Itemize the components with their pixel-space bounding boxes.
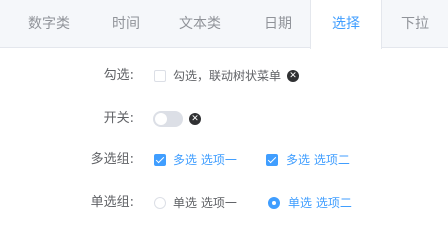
toggle-switch[interactable] bbox=[153, 111, 183, 127]
close-circle-icon[interactable]: ✕ bbox=[189, 113, 201, 125]
switch-row: 开关: ✕ bbox=[0, 107, 448, 131]
checkbox-option-1[interactable] bbox=[154, 154, 166, 166]
checkbox-field-label: 勾选: bbox=[103, 68, 134, 83]
switch-knob bbox=[155, 113, 167, 125]
tab-time[interactable]: 时间 bbox=[98, 0, 154, 48]
checkbox-group-label: 多选组: bbox=[90, 152, 134, 167]
linkage-checkbox[interactable] bbox=[154, 70, 166, 82]
checkbox-option-2[interactable] bbox=[266, 154, 278, 166]
radio-option-1[interactable] bbox=[154, 197, 166, 209]
checkbox-row: 勾选: 勾选，联动树状菜单 ✕ bbox=[0, 64, 448, 88]
tab-date[interactable]: 日期 bbox=[246, 0, 310, 48]
tab-text[interactable]: 文本类 bbox=[154, 0, 246, 48]
checkbox-option-1-label[interactable]: 多选 选项一 bbox=[173, 148, 237, 172]
tab-bar: 数字类 时间 文本类 日期 选择 下拉 bbox=[0, 0, 448, 49]
switch-field-label: 开关: bbox=[103, 111, 134, 126]
radio-option-1-label[interactable]: 单选 选项一 bbox=[173, 191, 237, 215]
checkbox-group-row: 多选组: 多选 选项一 多选 选项二 bbox=[0, 148, 448, 172]
radio-option-2-label[interactable]: 单选 选项二 bbox=[288, 191, 352, 215]
radio-group-row: 单选组: 单选 选项一 单选 选项二 bbox=[0, 191, 448, 215]
tab-number[interactable]: 数字类 bbox=[0, 0, 98, 48]
tab-select[interactable]: 选择 bbox=[310, 0, 382, 49]
tab-dropdown[interactable]: 下拉 bbox=[382, 0, 448, 48]
checkbox-option-2-label[interactable]: 多选 选项二 bbox=[286, 148, 350, 172]
radio-option-2[interactable] bbox=[268, 197, 280, 209]
close-circle-icon[interactable]: ✕ bbox=[287, 70, 299, 82]
linkage-checkbox-label[interactable]: 勾选，联动树状菜单 bbox=[173, 64, 281, 88]
radio-group-label: 单选组: bbox=[90, 195, 134, 210]
